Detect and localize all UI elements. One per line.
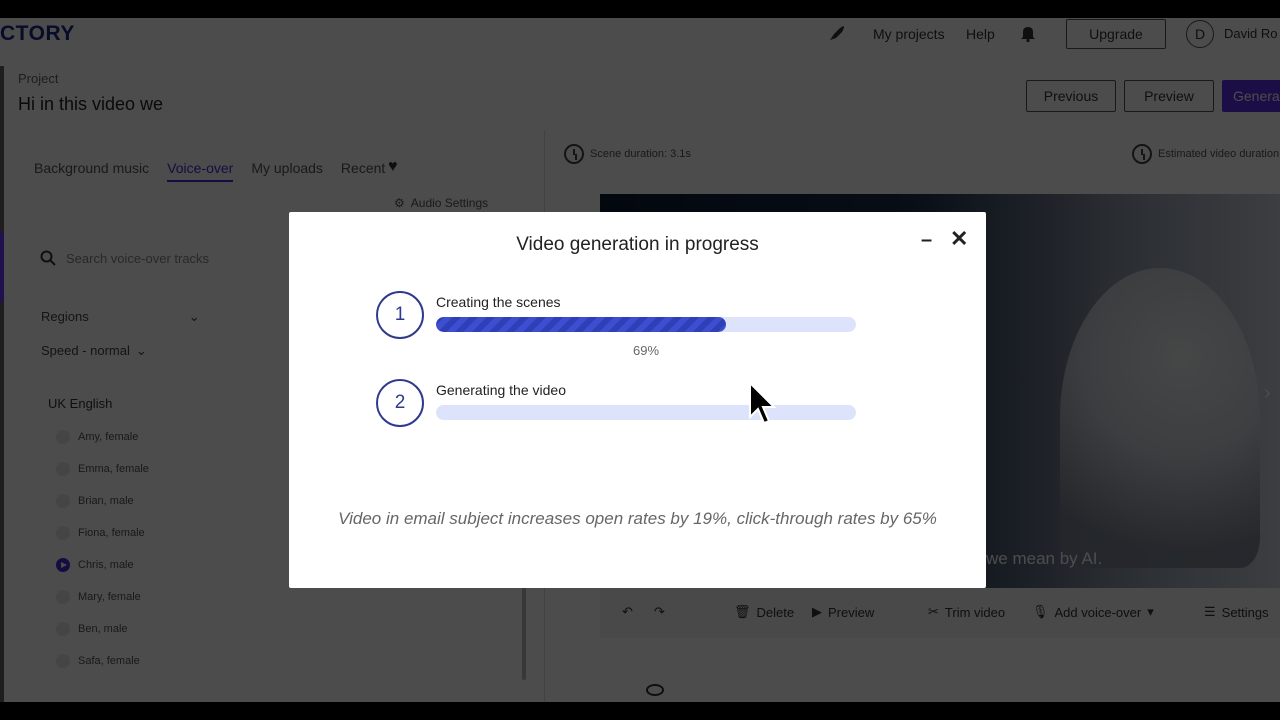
step-number-2: 2 xyxy=(376,379,424,427)
video-generation-modal: Video generation in progress – ✕ 1 Creat… xyxy=(289,212,986,588)
step-label-2: Generating the video xyxy=(436,382,566,398)
step-label-1: Creating the scenes xyxy=(436,294,561,310)
minimize-icon[interactable]: – xyxy=(921,229,932,252)
step-number-1: 1 xyxy=(376,291,424,339)
mouse-cursor-icon xyxy=(749,381,777,425)
progress-bar-1 xyxy=(436,317,856,332)
progress-percent-1: 69% xyxy=(632,343,660,358)
modal-tip: Video in email subject increases open ra… xyxy=(338,509,937,528)
progress-fill-1 xyxy=(436,317,726,332)
close-icon[interactable]: ✕ xyxy=(950,226,968,252)
modal-title: Video generation in progress xyxy=(516,234,759,255)
progress-bar-2 xyxy=(436,405,856,420)
